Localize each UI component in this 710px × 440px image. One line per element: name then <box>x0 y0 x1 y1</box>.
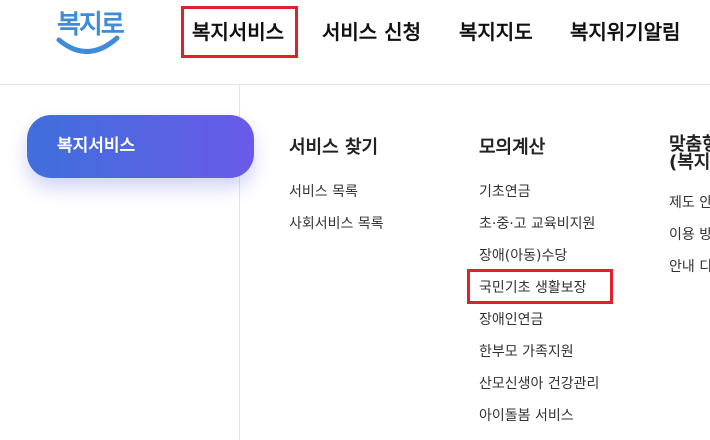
site-header: 복지로 복지서비스 서비스 신청 복지지도 복지위기알림 <box>0 0 710 85</box>
menu-link-guide-design[interactable]: 안내 디 <box>669 251 710 283</box>
menu-column-service-search: 서비스 찾기 서비스 목록 사회서비스 목록 <box>289 136 384 240</box>
megamenu-side-tab[interactable]: 복지서비스 <box>27 115 254 178</box>
column-title: 모의계산 <box>479 137 546 158</box>
menu-link-disability-pension[interactable]: 장애인연금 <box>479 304 599 336</box>
gnb-item-crisis-alert[interactable]: 복지위기알림 <box>570 16 680 48</box>
column-list: 제도 안 이용 방 안내 디 <box>669 187 710 283</box>
menu-link-maternal-newborn-care[interactable]: 산모신생아 건강관리 <box>479 368 599 400</box>
gnb-item-welfare-services[interactable]: 복지서비스 <box>192 16 284 48</box>
menu-column-mock-calculation: 모의계산 기초연금 초·중·고 교육비지원 장애(아동)수당 국민기초 생활보장… <box>479 136 599 432</box>
menu-link-system-guide[interactable]: 제도 안 <box>669 187 710 219</box>
menu-column-customized: 맞춤형 (복지 제도 안 이용 방 안내 디 <box>669 136 710 283</box>
smile-icon <box>56 35 120 54</box>
gnb-item-service-application[interactable]: 서비스 신청 <box>322 16 421 48</box>
site-logo[interactable]: 복지로 <box>55 4 125 56</box>
gnb-item-welfare-map[interactable]: 복지지도 <box>459 16 533 48</box>
menu-link-child-care-service[interactable]: 아이돌봄 서비스 <box>479 400 599 432</box>
column-list: 서비스 목록 사회서비스 목록 <box>289 176 384 240</box>
menu-link-usage-method[interactable]: 이용 방 <box>669 219 710 251</box>
menu-link-education-support[interactable]: 초·중·고 교육비지원 <box>479 208 599 240</box>
column-list: 기초연금 초·중·고 교육비지원 장애(아동)수당 국민기초 생활보장 장애인연… <box>479 176 599 432</box>
menu-link-disability-allowance[interactable]: 장애(아동)수당 <box>479 240 599 272</box>
menu-link-basic-pension[interactable]: 기초연금 <box>479 176 599 208</box>
menu-link-service-list[interactable]: 서비스 목록 <box>289 176 384 208</box>
menu-link-single-parent-support[interactable]: 한부모 가족지원 <box>479 336 599 368</box>
column-title-line2: (복지 <box>669 152 710 173</box>
menu-link-basic-livelihood[interactable]: 국민기초 생활보장 <box>479 272 599 304</box>
column-title: 서비스 찾기 <box>289 137 379 158</box>
menu-link-social-service-list[interactable]: 사회서비스 목록 <box>289 208 384 240</box>
